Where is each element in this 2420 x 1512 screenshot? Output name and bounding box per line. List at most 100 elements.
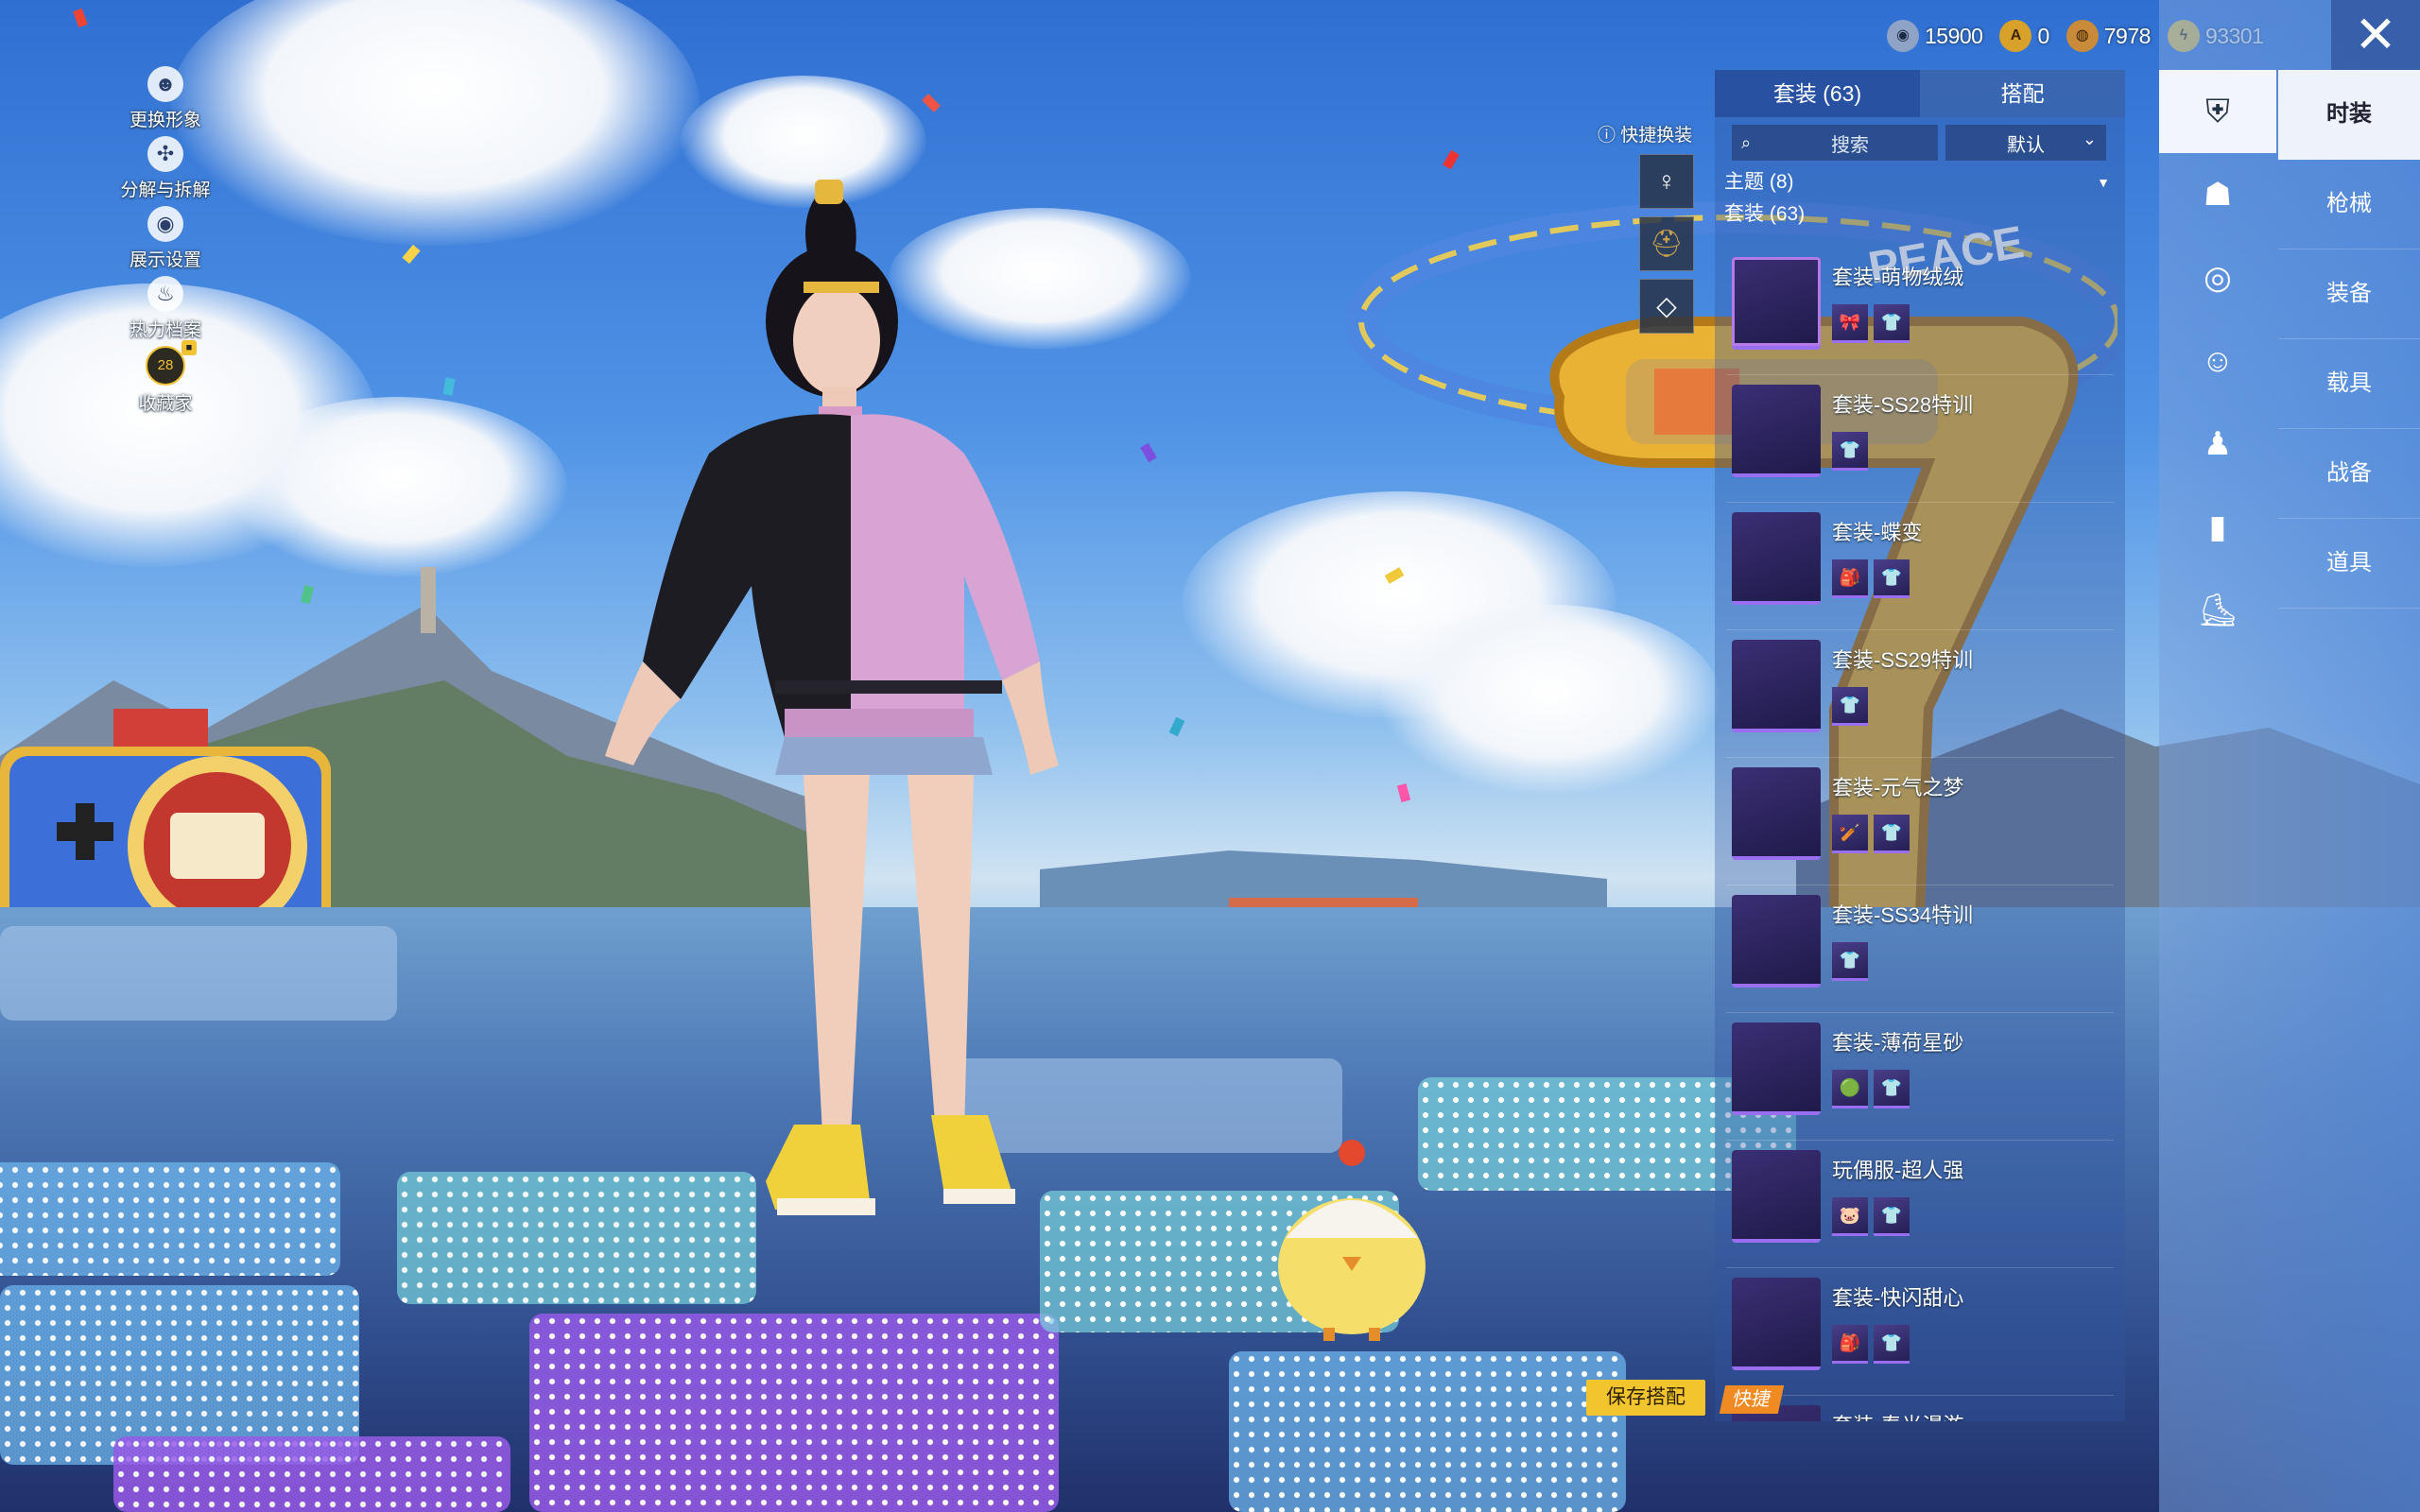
sort-value: 默认 — [2007, 134, 2045, 156]
change-avatar-button[interactable]: ☻ 更换形象 — [113, 66, 217, 131]
outfit-parts: 🎒 👕 — [1832, 1325, 1915, 1364]
outfit-item[interactable]: 套装-SS28特训 👕 — [1726, 377, 2114, 503]
outfit-part-icon[interactable]: 🎒 — [1832, 559, 1868, 598]
category-equipment-tab[interactable]: 装备 — [2278, 249, 2420, 339]
top-subcategory-icon[interactable]: ♟ — [2159, 403, 2276, 486]
outfit-item[interactable]: 套装-萌物绒绒 🎀 👕 — [1726, 249, 2114, 375]
outfit-tabs: 套装 (63) 搭配 — [1715, 70, 2125, 117]
filter-suit[interactable]: 套装 (63) — [1715, 198, 2125, 231]
outfit-item[interactable]: 套装-元气之梦 🏏 👕 — [1726, 760, 2114, 885]
bronze-coin-icon: ◍ — [2066, 20, 2099, 52]
outfit-thumbnail — [1732, 1022, 1821, 1115]
outfit-part-icon[interactable]: 🟢 — [1832, 1070, 1868, 1108]
outfit-item[interactable]: 套装-SS29特训 👕 — [1726, 632, 2114, 758]
search-placeholder: 搜索 — [1831, 134, 1869, 156]
category-weapons-tab[interactable]: 枪械 — [2278, 160, 2420, 249]
outfit-parts: 🎒 👕 — [1832, 559, 1915, 598]
floor-tile — [0, 926, 397, 1021]
gold-token-icon: A — [1999, 20, 2032, 52]
hair-subcategory-icon[interactable]: ☗ — [2159, 153, 2276, 236]
outfit-name: 套装-快闪甜心 — [1832, 1286, 1964, 1310]
tab-match[interactable]: 搭配 — [1920, 70, 2125, 117]
outfit-name: 套装-春光漫游 — [1832, 1409, 1963, 1421]
chevron-down-icon: ⌄ — [2082, 129, 2097, 148]
currency-silver[interactable]: ◉ 15900 — [1887, 20, 1983, 52]
outfit-part-icon[interactable]: 👕 — [1874, 1070, 1910, 1108]
outfit-item[interactable]: 套装-SS34特训 👕 — [1726, 887, 2114, 1013]
suit-subcategory-icon[interactable]: ⛨ — [2159, 70, 2276, 153]
close-button[interactable]: ✕ — [2331, 0, 2420, 70]
collector-button[interactable]: 28 ■ 收藏家 — [113, 340, 217, 415]
outfit-name: 套装-元气之梦 — [1832, 776, 1964, 799]
shoes-subcategory-icon[interactable]: ⛸ — [2159, 569, 2276, 652]
quick-tag-badge[interactable]: 快捷 — [1719, 1385, 1785, 1414]
currency-bronze[interactable]: ◍ 7978 — [2066, 20, 2151, 52]
display-settings-button[interactable]: ◉ 展示设置 — [113, 206, 217, 271]
quick-change-title[interactable]: ⓘ 快捷换装 — [1598, 121, 1705, 146]
decompose-button[interactable]: ✣ 分解与拆解 — [113, 136, 217, 201]
outfit-part-icon[interactable]: 👕 — [1832, 942, 1868, 981]
floor-tile — [0, 1162, 340, 1276]
search-input[interactable]: ⌕ 搜索 — [1732, 125, 1938, 161]
floor-tile — [113, 1436, 510, 1512]
currency-value: 7978 — [2103, 23, 2152, 48]
category-vehicles-tab[interactable]: 载具 — [2278, 339, 2420, 429]
tab-suits[interactable]: 套装 (63) — [1715, 70, 1920, 117]
outfit-part-icon[interactable]: 👕 — [1874, 815, 1910, 853]
eye-icon: ◉ — [147, 206, 183, 242]
outfit-part-icon[interactable]: 👕 — [1874, 1197, 1910, 1236]
outfit-part-icon[interactable]: 👕 — [1874, 559, 1910, 598]
quick-slot-diamond[interactable]: ◇ — [1639, 279, 1694, 334]
outfit-item[interactable]: 套装-快闪甜心 🎒 👕 — [1726, 1270, 2114, 1396]
sort-dropdown[interactable]: 默认 ⌄ — [1945, 125, 2106, 161]
outfit-name: 套装-SS28特训 — [1832, 393, 1974, 417]
cloud — [227, 397, 567, 576]
puzzle-icon: ✣ — [147, 136, 183, 172]
outfit-item[interactable]: 套装-蝶变 🎒 👕 — [1726, 505, 2114, 630]
outfit-part-icon[interactable]: 👕 — [1832, 687, 1868, 726]
glasses-subcategory-icon[interactable]: ◎ — [2159, 236, 2276, 319]
outfit-part-icon[interactable]: 🏏 — [1832, 815, 1868, 853]
category-combat-prep-tab[interactable]: 战备 — [2278, 429, 2420, 519]
quick-slot-outfit[interactable]: ♀ — [1639, 154, 1694, 209]
currency-gold-token[interactable]: A 0 — [1999, 20, 2049, 52]
outfit-thumbnail — [1732, 257, 1821, 350]
category-props-tab[interactable]: 道具 — [2278, 519, 2420, 609]
outfit-list-panel: 套装 (63) 搭配 ⌕ 搜索 默认 ⌄ 主题 (8) ▼ 套装 (63) 套装… — [1715, 70, 2125, 1421]
outfit-part-icon[interactable]: 👕 — [1874, 1325, 1910, 1364]
currency-value: 15900 — [1925, 23, 1983, 48]
outfit-thumbnail — [1732, 767, 1821, 860]
save-outfit-button[interactable]: 保存搭配 — [1586, 1380, 1705, 1416]
outfit-item[interactable]: 套装-春光漫游 — [1726, 1398, 2114, 1421]
outfit-parts: 👕 — [1832, 687, 1874, 726]
heat-profile-button[interactable]: ♨ 热力档案 — [113, 276, 217, 341]
mask-subcategory-icon[interactable]: ☺ — [2159, 319, 2276, 403]
menu-label: 分解与拆解 — [120, 180, 211, 200]
outfit-part-icon[interactable]: 🎀 — [1832, 304, 1868, 343]
outfit-part-icon[interactable]: 👕 — [1874, 304, 1910, 343]
pants-subcategory-icon[interactable]: ▮ — [2159, 486, 2276, 569]
outfit-list: 套装-萌物绒绒 🎀 👕 套装-SS28特训 👕 套装-蝶变 🎒 👕 套装-SS2… — [1715, 249, 2125, 1421]
pet-chick[interactable] — [1267, 1125, 1437, 1342]
outfit-part-icon[interactable]: 🐷 — [1832, 1197, 1868, 1236]
category-fashion-tab[interactable]: 时装 — [2278, 70, 2420, 160]
flame-icon: ♨ — [147, 276, 183, 312]
quick-slot-helmet[interactable]: ⛑ — [1639, 216, 1694, 271]
lock-badge-icon: ■ — [182, 340, 197, 355]
player-character[interactable] — [567, 170, 1134, 1342]
outfit-thumbnail — [1732, 512, 1821, 605]
outfit-item[interactable]: 玩偶服-超人强 🐷 👕 — [1726, 1143, 2114, 1268]
outfit-name: 套装-薄荷星砂 — [1832, 1031, 1964, 1055]
outfit-part-icon[interactable]: 👕 — [1832, 432, 1868, 471]
collector-badge-icon: 28 — [146, 346, 185, 386]
filter-theme[interactable]: 主题 (8) ▼ — [1715, 166, 2125, 198]
floor-tile — [529, 1314, 1059, 1512]
outfit-part-icon[interactable]: 🎒 — [1832, 1325, 1868, 1364]
outfit-parts: 🎀 👕 — [1832, 304, 1915, 343]
outfit-parts: 👕 — [1832, 432, 1874, 471]
outfit-parts: 🐷 👕 — [1832, 1197, 1915, 1236]
triangle-down-icon: ▼ — [2097, 175, 2110, 190]
outfit-item[interactable]: 套装-薄荷星砂 🟢 👕 — [1726, 1015, 2114, 1141]
outfit-thumbnail — [1732, 895, 1821, 988]
outfit-thumbnail — [1732, 385, 1821, 477]
